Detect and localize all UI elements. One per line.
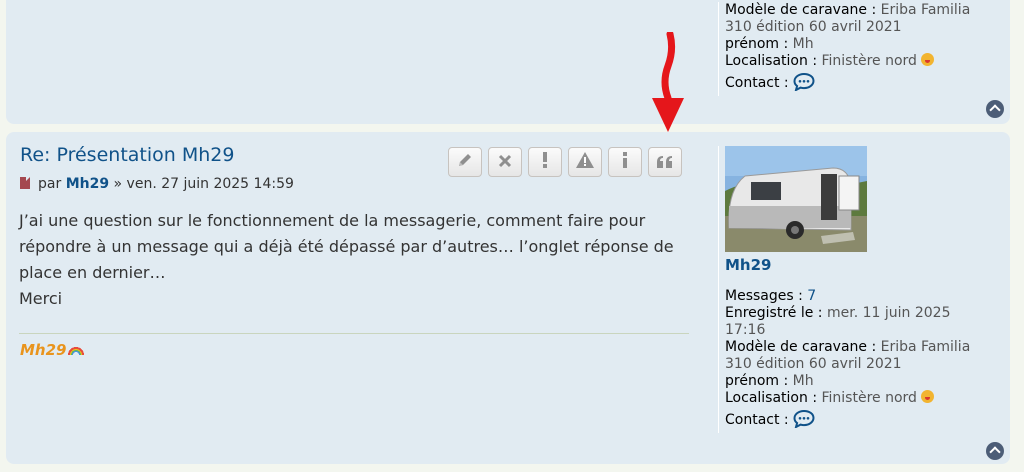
warn-button[interactable] — [528, 147, 562, 177]
info-button[interactable] — [608, 147, 642, 177]
contact-chat-icon[interactable] — [793, 72, 815, 96]
location-value: Finistère nord — [821, 390, 917, 406]
previous-post-profile: Modèle de caravane : Eriba Familia 310 é… — [718, 2, 995, 96]
post-paragraph: Merci — [19, 289, 63, 308]
post-title[interactable]: Re: Présentation Mh29 — [20, 144, 234, 166]
post-meta: par Mh29 » ven. 27 juin 2025 14:59 — [20, 176, 294, 192]
rainbow-icon — [68, 345, 85, 355]
signature-divider — [19, 333, 689, 334]
messages-count-link[interactable]: 7 — [807, 288, 816, 304]
edit-button[interactable] — [448, 147, 482, 177]
warning-triangle-icon — [576, 152, 594, 172]
author-profile: Mh29 Messages : 7 Enregistré le : mer. 1… — [718, 146, 995, 433]
post-content: J’ai une question sur le fonctionnement … — [19, 208, 699, 312]
forum-post: Re: Présentation Mh29 par Mh29 » ven. 27… — [6, 132, 1010, 464]
smiley-emoji-icon — [921, 53, 935, 66]
pencil-icon — [457, 152, 473, 172]
delete-button[interactable] — [488, 147, 522, 177]
profile-username[interactable]: Mh29 — [725, 257, 995, 274]
report-button[interactable] — [568, 147, 602, 177]
post-date: » ven. 27 juin 2025 14:59 — [113, 176, 294, 192]
post-author-link[interactable]: Mh29 — [66, 176, 109, 192]
meta-by-label: par — [38, 176, 62, 192]
messages-label: Messages : — [725, 288, 803, 304]
contact-chat-icon[interactable] — [793, 409, 815, 433]
annotation-arrow-icon — [652, 32, 684, 132]
quote-icon — [657, 153, 673, 172]
caravan-model-label: Modèle de caravane : — [725, 2, 877, 18]
quote-button[interactable] — [648, 147, 682, 177]
smiley-emoji-icon — [921, 390, 935, 403]
contact-label: Contact : — [725, 75, 789, 91]
firstname-value: Mh — [792, 36, 814, 52]
location-label: Localisation : — [725, 53, 818, 69]
contact-label: Contact : — [725, 412, 789, 428]
exclamation-icon — [542, 152, 548, 172]
firstname-label: prénom : — [725, 36, 789, 52]
info-icon — [622, 152, 628, 172]
firstname-value: Mh — [792, 373, 814, 389]
location-value: Finistère nord — [821, 53, 917, 69]
caravan-model-label: Modèle de caravane : — [725, 339, 877, 355]
post-paragraph: J’ai une question sur le fonctionnement … — [19, 211, 674, 282]
back-to-top-icon[interactable] — [986, 100, 1004, 118]
location-label: Localisation : — [725, 390, 818, 406]
back-to-top-icon[interactable] — [986, 442, 1004, 460]
signature-text: Mh29 — [20, 341, 67, 359]
close-icon — [498, 153, 512, 172]
post-signature: Mh29 — [20, 341, 85, 359]
registered-label: Enregistré le : — [725, 305, 823, 321]
post-buttons — [448, 147, 682, 177]
previous-post: Modèle de caravane : Eriba Familia 310 é… — [6, 0, 1010, 124]
avatar[interactable] — [725, 146, 995, 252]
post-file-icon[interactable] — [20, 177, 30, 189]
firstname-label: prénom : — [725, 373, 789, 389]
